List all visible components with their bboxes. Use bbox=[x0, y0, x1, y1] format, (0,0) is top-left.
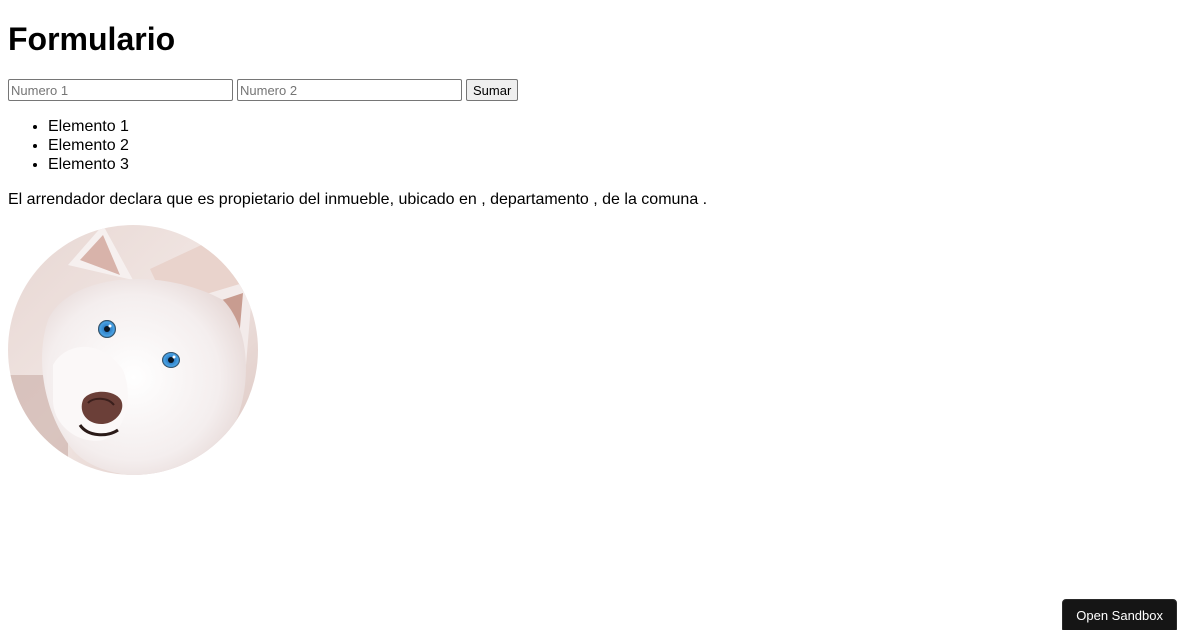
page-title: Formulario bbox=[8, 21, 176, 57]
list-item: Elemento 1 bbox=[48, 117, 1192, 136]
sum-form: Sumar bbox=[8, 79, 1192, 101]
number-1-input[interactable] bbox=[8, 79, 233, 101]
contract-text: El arrendador declara que es propietario… bbox=[8, 191, 708, 208]
sum-button[interactable]: Sumar bbox=[466, 79, 519, 101]
number-2-input[interactable] bbox=[237, 79, 462, 101]
list-item: Elemento 3 bbox=[48, 155, 1192, 174]
dog-image bbox=[8, 225, 258, 475]
list-item: Elemento 2 bbox=[48, 136, 1192, 155]
element-list: Elemento 1 Elemento 2 Elemento 3 bbox=[8, 117, 1192, 174]
page-container: Formulario Sumar Elemento 1 Elemento 2 E… bbox=[0, 21, 1200, 630]
open-sandbox-button[interactable]: Open Sandbox bbox=[1062, 599, 1177, 630]
